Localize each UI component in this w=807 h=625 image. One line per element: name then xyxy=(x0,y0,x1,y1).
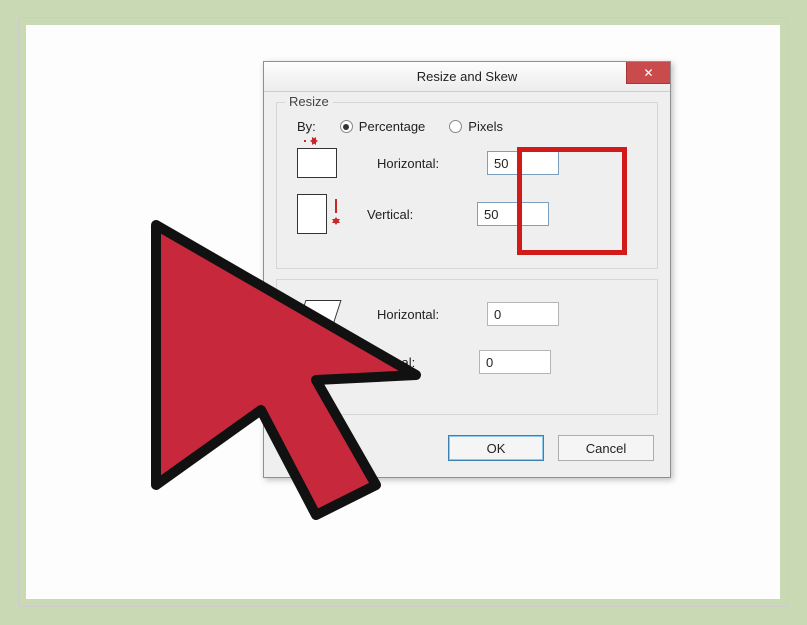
button-row: OK Cancel xyxy=(264,425,670,477)
skew-horizontal-icon xyxy=(296,300,341,328)
resize-group: Resize By: Percentage Pixels Horizontal: xyxy=(276,102,658,269)
skew-vertical-row: Vertical: xyxy=(297,344,645,380)
resize-vertical-input[interactable] xyxy=(477,202,549,226)
close-button[interactable]: ✕ xyxy=(626,62,670,84)
percentage-label: Percentage xyxy=(359,119,426,134)
radio-icon xyxy=(340,120,353,133)
skew-vertical-icon xyxy=(301,339,329,384)
pixels-radio[interactable]: Pixels xyxy=(449,119,503,134)
stage: Resize and Skew ✕ Resize By: Percentage … xyxy=(26,25,780,599)
resize-horizontal-row: Horizontal: xyxy=(297,148,645,178)
skew-horizontal-row: Horizontal: xyxy=(297,300,645,328)
ok-button[interactable]: OK xyxy=(448,435,544,461)
dialog-title: Resize and Skew xyxy=(417,69,517,84)
skew-vertical-label: Vertical: xyxy=(369,355,479,370)
by-label: By: xyxy=(297,119,316,134)
cancel-button[interactable]: Cancel xyxy=(558,435,654,461)
resize-skew-dialog: Resize and Skew ✕ Resize By: Percentage … xyxy=(263,61,671,478)
vertical-label: Vertical: xyxy=(367,207,477,222)
resize-by-row: By: Percentage Pixels xyxy=(297,119,645,134)
horizontal-label: Horizontal: xyxy=(377,156,487,171)
skew-vertical-input[interactable] xyxy=(479,350,551,374)
horizontal-swatch-icon xyxy=(297,148,337,178)
pixels-label: Pixels xyxy=(468,119,503,134)
percentage-radio[interactable]: Percentage xyxy=(340,119,426,134)
resize-vertical-row: Vertical: xyxy=(297,194,645,234)
titlebar: Resize and Skew ✕ xyxy=(264,62,670,92)
skew-horizontal-input[interactable] xyxy=(487,302,559,326)
vertical-swatch-icon xyxy=(297,194,327,234)
radio-icon xyxy=(449,120,462,133)
resize-group-title: Resize xyxy=(285,94,333,109)
skew-group: Horizontal: Vertical: xyxy=(276,279,658,415)
skew-horizontal-label: Horizontal: xyxy=(377,307,487,322)
resize-horizontal-input[interactable] xyxy=(487,151,559,175)
close-icon: ✕ xyxy=(643,66,653,80)
